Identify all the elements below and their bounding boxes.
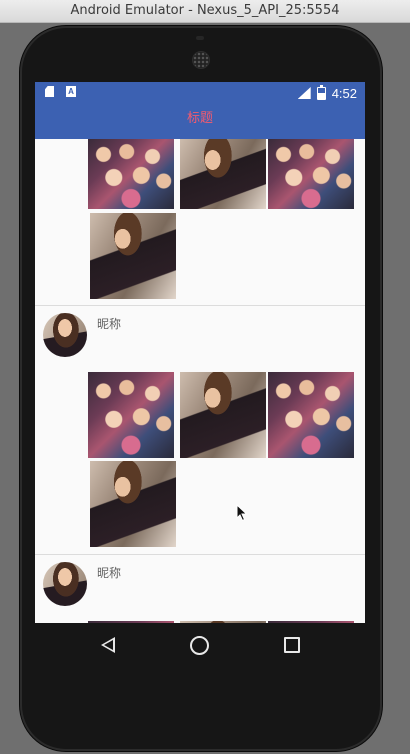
status-bar: A 4G 4:52 xyxy=(35,82,365,104)
post-photo[interactable] xyxy=(90,461,176,547)
post-photo[interactable] xyxy=(90,213,176,299)
network-type: 4G xyxy=(295,83,304,89)
post-photo[interactable] xyxy=(180,139,266,209)
app-screen: A 4G 4:52 标题 昵称 昵称 xyxy=(35,82,365,623)
navigation-bar xyxy=(35,623,365,669)
post-divider xyxy=(35,305,365,306)
post-photo[interactable] xyxy=(268,139,354,209)
post-photo[interactable] xyxy=(88,372,174,458)
post-divider xyxy=(35,554,365,555)
earpiece-speaker xyxy=(193,52,209,68)
back-icon[interactable] xyxy=(101,637,115,653)
keyboard-a-icon: A xyxy=(66,86,76,97)
front-camera xyxy=(196,36,204,40)
post-photo[interactable] xyxy=(180,372,266,458)
sd-card-icon xyxy=(45,86,54,97)
post-photo[interactable] xyxy=(88,139,174,209)
emulator-window-title: Android Emulator - Nexus_5_API_25:5554 xyxy=(0,0,410,23)
home-icon[interactable] xyxy=(190,636,209,655)
post-nickname: 昵称 xyxy=(97,566,122,580)
page-title: 标题 xyxy=(186,111,213,126)
status-time: 4:52 xyxy=(331,85,357,101)
post-photo[interactable] xyxy=(268,372,354,458)
signal-icon: 4G xyxy=(297,87,311,99)
avatar[interactable] xyxy=(43,562,87,606)
app-toolbar: 标题 xyxy=(35,104,365,139)
feed-list[interactable]: 昵称 昵称 xyxy=(35,139,365,623)
avatar[interactable] xyxy=(43,313,87,357)
battery-icon xyxy=(316,84,326,100)
post-nickname: 昵称 xyxy=(97,317,122,331)
recents-icon[interactable] xyxy=(284,637,300,653)
